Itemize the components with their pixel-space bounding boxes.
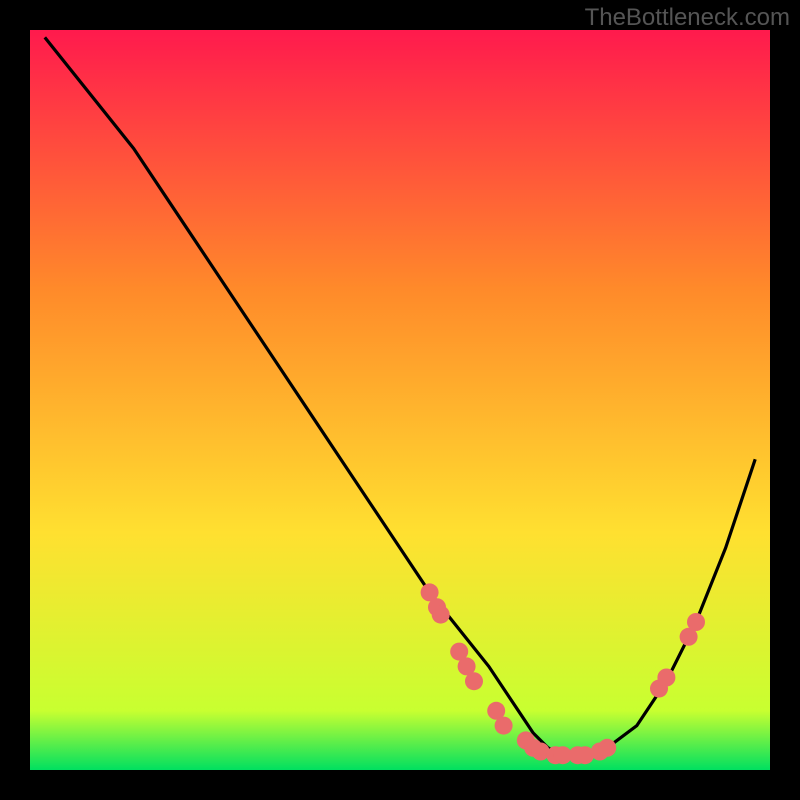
highlight-point xyxy=(598,739,616,757)
highlight-point xyxy=(495,717,513,735)
chart-frame: TheBottleneck.com xyxy=(0,0,800,800)
plot-background xyxy=(30,30,770,770)
watermark-text: TheBottleneck.com xyxy=(585,4,790,32)
highlight-point xyxy=(657,669,675,687)
highlight-point xyxy=(687,613,705,631)
bottleneck-chart xyxy=(0,0,800,800)
highlight-point xyxy=(432,606,450,624)
highlight-point xyxy=(465,672,483,690)
